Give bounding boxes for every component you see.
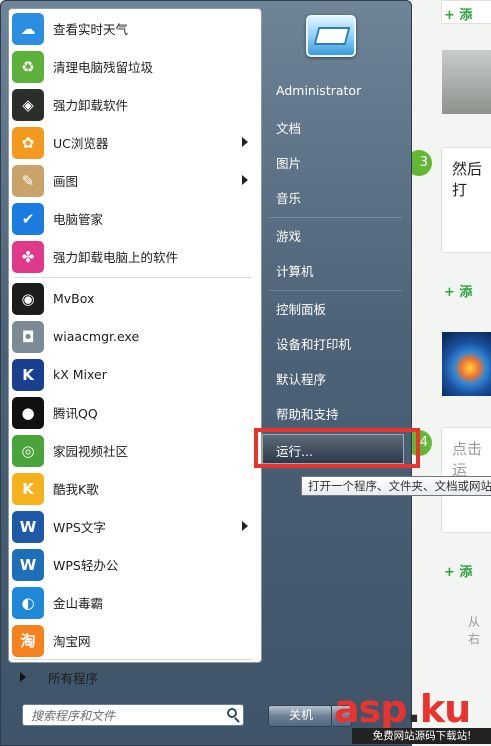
program-item-label: MvBox: [53, 291, 95, 306]
background-step-text-4: 点击运: [452, 440, 483, 479]
kuwo-k-icon: K: [12, 472, 44, 505]
program-item[interactable]: W WPS轻办公: [10, 546, 258, 583]
program-item[interactable]: ✔ 电脑管家: [10, 200, 258, 237]
watermark-logo: asp.ku: [334, 687, 471, 731]
mvbox-icon: ◉: [12, 282, 44, 315]
program-item-label: 淘宝网: [53, 634, 91, 649]
program-item-label: 画图: [53, 174, 79, 189]
background-footer-text: 从右: [468, 615, 481, 646]
program-item-label: 强力卸载电脑上的软件: [53, 250, 179, 265]
search-box[interactable]: [22, 704, 244, 726]
video-community-icon: ◎: [12, 434, 44, 467]
program-item-label: 家园视频社区: [53, 444, 129, 459]
pictures-link[interactable]: 图片: [276, 153, 301, 172]
programs-separator: [14, 659, 252, 660]
recycle-icon: ♻: [12, 50, 44, 83]
run-highlight-box: [254, 428, 420, 468]
submenu-arrow-icon: [242, 521, 248, 531]
program-item-label: 金山毒霸: [53, 596, 104, 611]
default-programs-link[interactable]: 默认程序: [276, 369, 326, 388]
right-separator-1: [268, 217, 402, 218]
background-add-button-1[interactable]: + 添: [444, 4, 472, 23]
program-item[interactable]: ◉ MvBox: [10, 280, 258, 317]
wps-writer-icon: W: [12, 510, 44, 543]
user-picture[interactable]: [306, 15, 356, 57]
shield-icon: ✔: [12, 202, 44, 235]
all-programs-button[interactable]: 所有程序: [8, 662, 258, 692]
start-menu: ☁ 查看实时天气 ♻ 清理电脑残留垃圾 ◈ 强力卸载软件 ✿ UC浏览器 ✎ 画图 ✔ 电脑管家 ✤ 强力…: [0, 0, 412, 746]
help-support-link[interactable]: 帮助和支持: [276, 404, 339, 423]
camera-icon: ◘: [12, 320, 44, 353]
search-input[interactable]: [29, 706, 223, 726]
program-item-label: 腾讯QQ: [53, 406, 98, 421]
submenu-arrow-icon: [242, 175, 248, 185]
watermark-ku: ku: [419, 687, 471, 731]
program-item[interactable]: ✿ UC浏览器: [10, 124, 258, 161]
background-add-button-2[interactable]: + 添: [444, 281, 472, 300]
music-link[interactable]: 音乐: [276, 188, 301, 207]
kingsoft-antivirus-icon: ◐: [12, 586, 44, 619]
right-separator-2: [268, 290, 402, 291]
program-item[interactable]: ● 腾讯QQ: [10, 394, 258, 431]
program-item-label: WPS轻办公: [53, 558, 119, 573]
weather-icon: ☁: [12, 12, 44, 45]
watermark-subtitle: 免费网站源码下载站!: [352, 728, 491, 744]
kx-mixer-icon: K: [12, 358, 44, 391]
program-item-label: 强力卸载软件: [53, 98, 129, 113]
computer-link[interactable]: 计算机: [276, 261, 314, 280]
program-item-label: 电脑管家: [53, 212, 104, 227]
uc-browser-icon: ✿: [12, 126, 44, 159]
all-programs-label: 所有程序: [48, 670, 99, 686]
taobao-icon: 淘: [12, 624, 44, 657]
background-printer-thumbnail: [442, 50, 491, 114]
program-item[interactable]: ☁ 查看实时天气: [10, 10, 258, 47]
program-item[interactable]: ✎ 画图: [10, 162, 258, 199]
program-item-label: WPS文字: [53, 520, 106, 535]
devices-printers-link[interactable]: 设备和打印机: [276, 334, 351, 353]
program-item-label: kX Mixer: [53, 367, 107, 382]
program-item-label: 查看实时天气: [53, 22, 129, 37]
background-windows-thumbnail: [442, 332, 491, 396]
program-item[interactable]: ◘ wiaacmgr.exe: [10, 318, 258, 355]
program-item[interactable]: ✤ 强力卸载电脑上的软件: [10, 238, 258, 275]
uninstall-icon: ◈: [12, 88, 44, 121]
paint-icon: ✎: [12, 164, 44, 197]
background-add-button-3[interactable]: + 添: [444, 561, 472, 580]
background-step-text-3: 然后打: [452, 160, 483, 199]
program-item[interactable]: 淘淘宝网: [10, 622, 258, 659]
games-link[interactable]: 游戏: [276, 226, 301, 245]
program-item[interactable]: ◈ 强力卸载软件: [10, 86, 258, 123]
program-item[interactable]: KkX Mixer: [10, 356, 258, 393]
program-item[interactable]: ◎ 家园视频社区: [10, 432, 258, 469]
expand-arrow-icon: [20, 672, 26, 682]
wps-office-icon: W: [12, 548, 44, 581]
program-item[interactable]: ◐ 金山毒霸: [10, 584, 258, 621]
program-item-label: UC浏览器: [53, 136, 109, 151]
program-item[interactable]: ♻ 清理电脑残留垃圾: [10, 48, 258, 85]
run-tooltip: 打开一个程序、文件夹、文档或网站: [301, 476, 491, 496]
program-item[interactable]: W WPS文字: [10, 508, 258, 545]
watermark-dot: .: [406, 687, 420, 731]
programs-group-separator: [14, 277, 252, 278]
program-item-label: 酷我K歌: [53, 482, 99, 497]
program-item-label: 清理电脑残留垃圾: [53, 60, 154, 75]
submenu-arrow-icon: [242, 137, 248, 147]
clover-icon: ✤: [12, 240, 44, 273]
program-item-label: wiaacmgr.exe: [53, 329, 140, 344]
search-icon[interactable]: [227, 708, 237, 718]
shutdown-button[interactable]: 关机: [268, 705, 332, 727]
qq-penguin-icon: ●: [12, 396, 44, 429]
watermark-asp: asp: [334, 687, 407, 731]
user-picture-icon: [313, 27, 351, 45]
user-name-link[interactable]: Administrator: [276, 83, 361, 98]
control-panel-link[interactable]: 控制面板: [276, 299, 326, 318]
documents-link[interactable]: 文档: [276, 118, 301, 137]
program-item[interactable]: K 酷我K歌: [10, 470, 258, 507]
